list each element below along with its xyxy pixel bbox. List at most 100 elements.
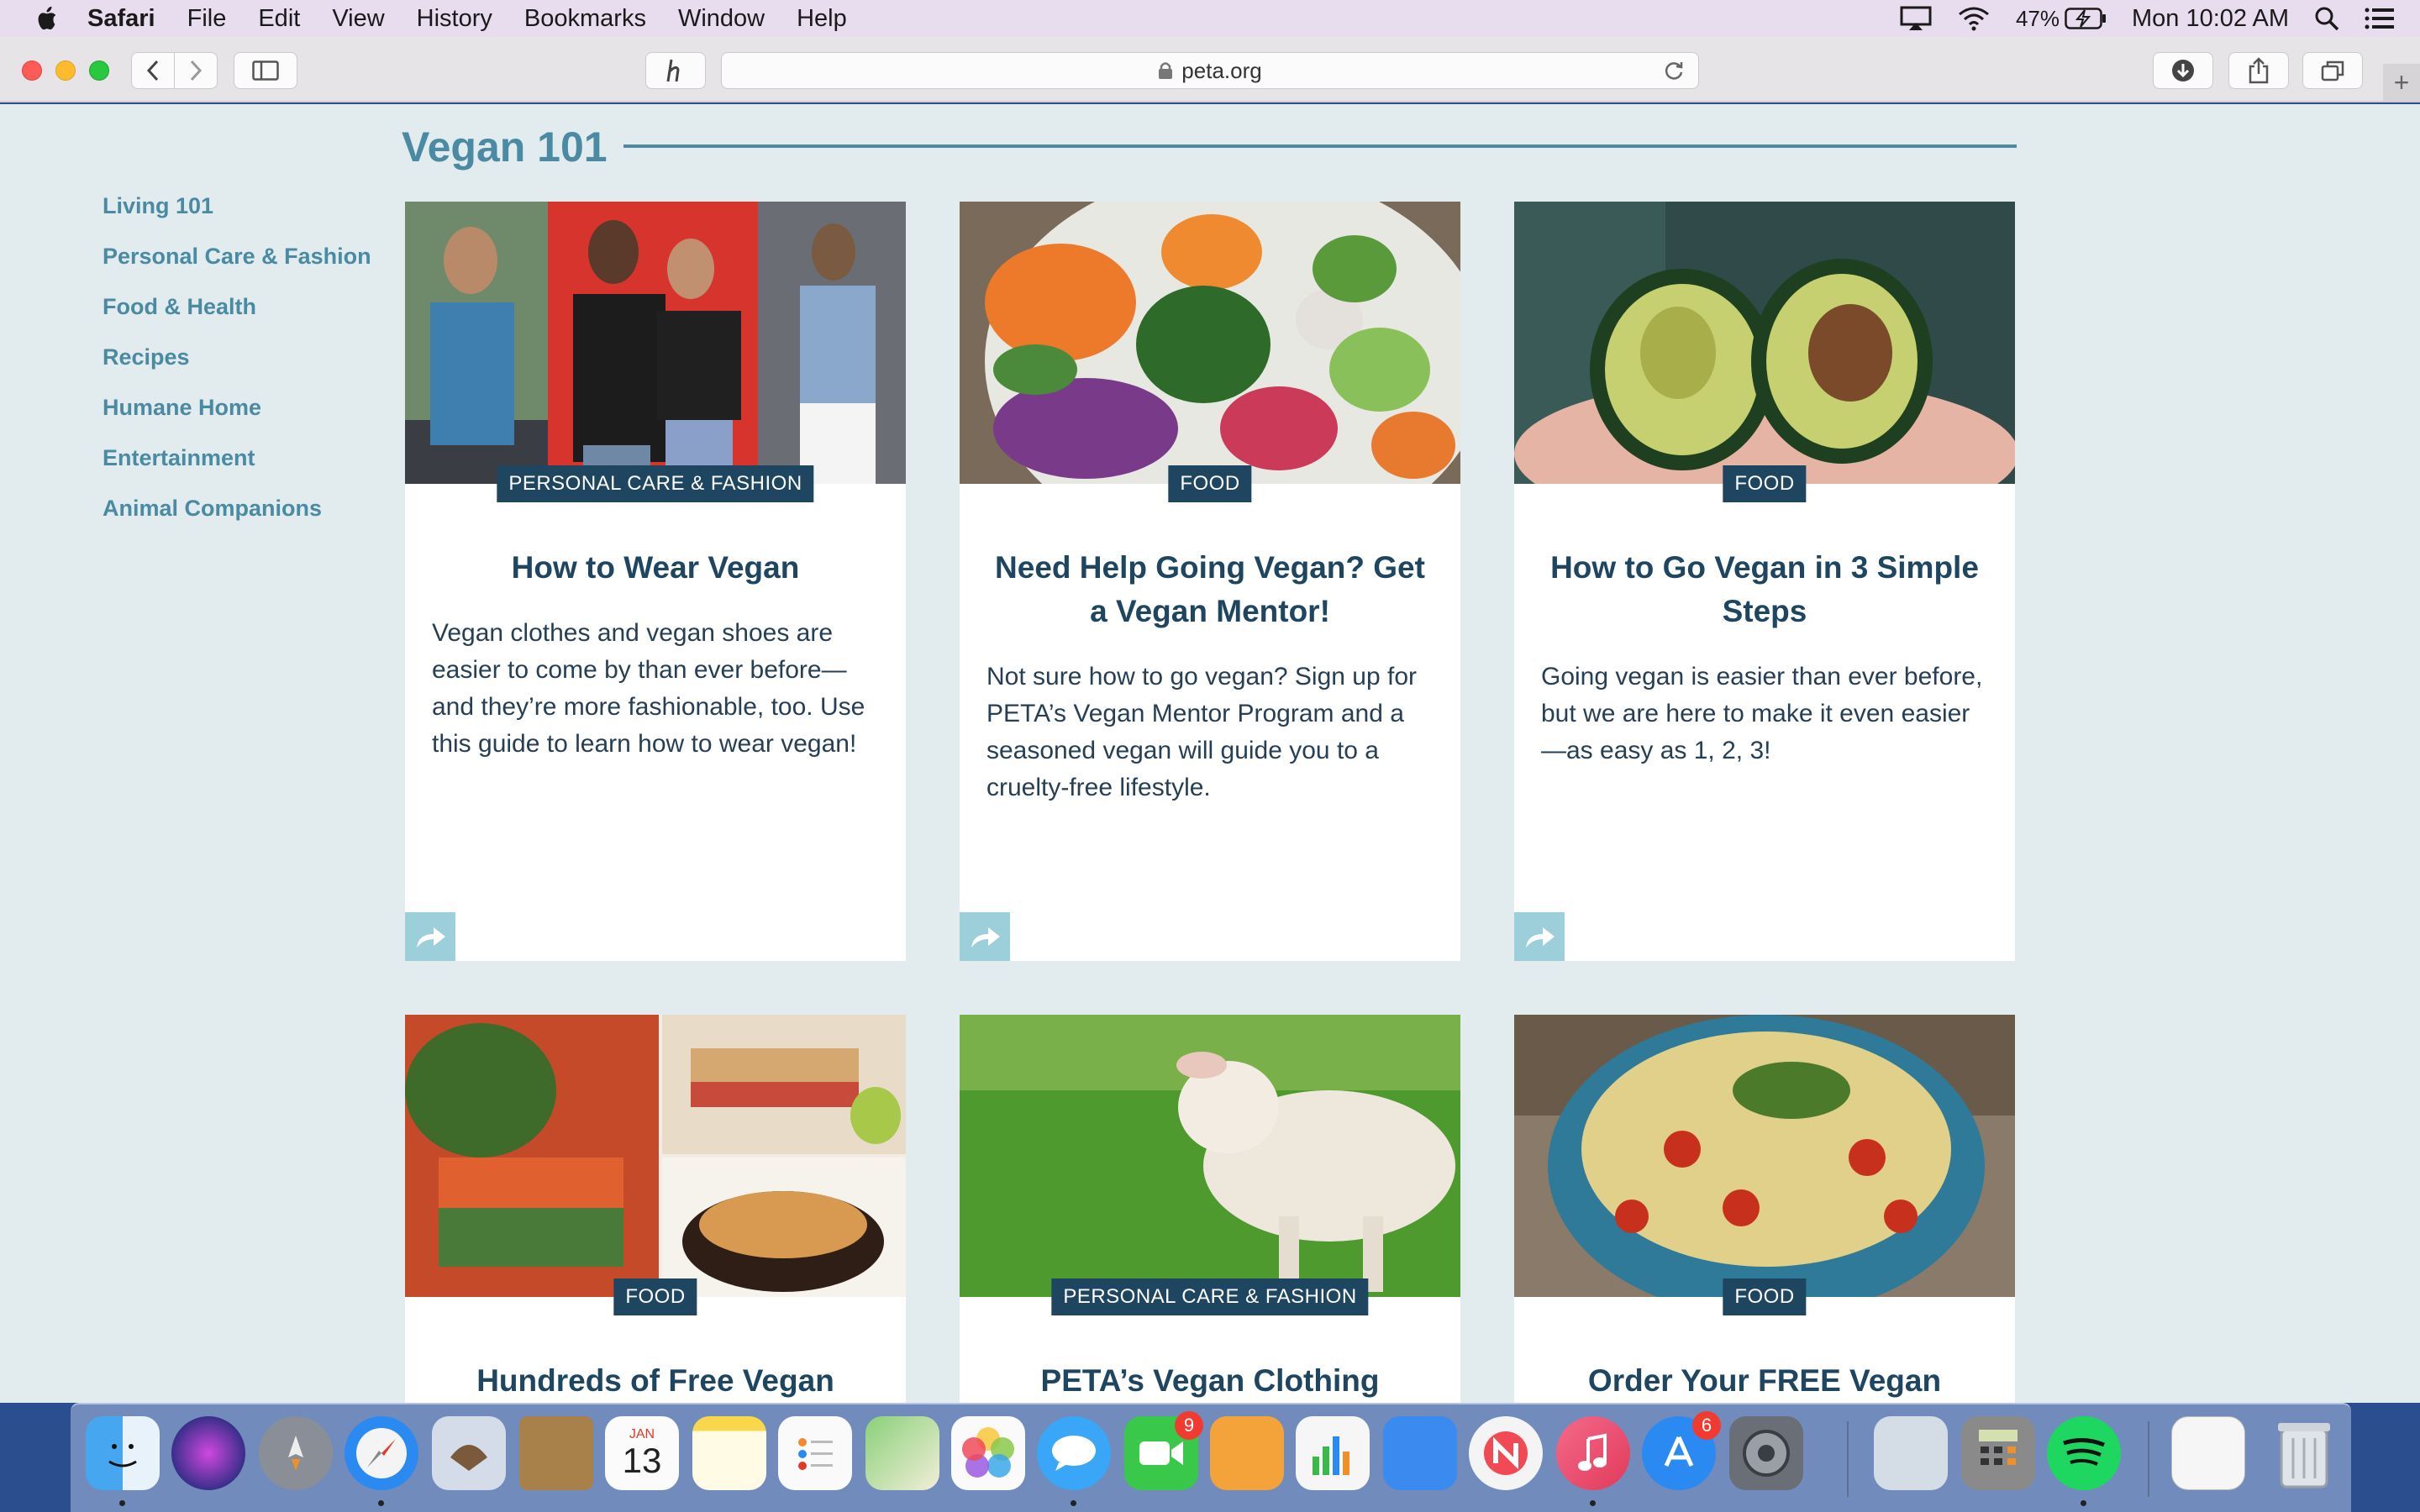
download-icon xyxy=(2172,60,2194,81)
system-preferences-icon[interactable] xyxy=(1729,1416,1803,1490)
article-card-go-vegan-3-steps[interactable]: FOOD How to Go Vegan in 3 Simple Steps G… xyxy=(1514,202,2015,961)
menu-clock[interactable]: Mon 10:02 AM xyxy=(2132,5,2289,33)
share-arrow-icon xyxy=(1526,927,1555,948)
card-title[interactable]: How to Wear Vegan xyxy=(430,546,881,590)
pages-icon[interactable] xyxy=(1210,1416,1284,1490)
sidenav-personal-care-fashion[interactable]: Personal Care & Fashion xyxy=(103,244,371,269)
share-icon xyxy=(2249,57,2269,84)
card-share-button[interactable] xyxy=(1514,912,1565,961)
extension-button[interactable] xyxy=(645,52,706,89)
dock: JAN 13 9 6 xyxy=(71,1403,2351,1512)
sidenav-animal-companions[interactable]: Animal Companions xyxy=(103,496,371,521)
card-title[interactable]: Need Help Going Vegan? Get a Vegan Mento… xyxy=(985,546,1435,633)
menu-help[interactable]: Help xyxy=(797,5,847,33)
card-title[interactable]: PETA’s Vegan Clothing xyxy=(985,1359,1435,1403)
calendar-day: 13 xyxy=(622,1441,662,1480)
calculator-icon[interactable] xyxy=(1961,1416,2035,1490)
card-title[interactable]: Hundreds of Free Vegan xyxy=(430,1359,881,1403)
card-image-pasta-bowl[interactable] xyxy=(1514,1015,2015,1297)
share-button[interactable] xyxy=(2228,52,2289,89)
window-minimize-button[interactable] xyxy=(55,60,76,81)
card-category-badge[interactable]: FOOD xyxy=(1168,465,1252,502)
sidenav-food-health[interactable]: Food & Health xyxy=(103,294,371,319)
downloads-button[interactable] xyxy=(2153,52,2213,89)
card-category-badge[interactable]: FOOD xyxy=(1723,1278,1807,1315)
vegan-101-side-nav: Living 101 Personal Care & Fashion Food … xyxy=(103,193,371,546)
spotlight-search-icon[interactable] xyxy=(2314,6,2339,31)
facetime-icon[interactable]: 9 xyxy=(1124,1411,1203,1490)
new-tab-button[interactable]: + xyxy=(2383,64,2420,101)
card-share-button[interactable] xyxy=(960,912,1010,961)
card-image-vegan-dishes[interactable] xyxy=(405,1015,906,1297)
notes-icon[interactable] xyxy=(692,1416,766,1490)
launchpad-icon[interactable] xyxy=(259,1416,333,1490)
maps-icon[interactable] xyxy=(865,1416,939,1490)
airplay-icon[interactable] xyxy=(1900,6,1932,31)
safari-running-indicator xyxy=(378,1500,384,1506)
reload-icon[interactable] xyxy=(1663,60,1685,81)
battery-status[interactable]: 47% xyxy=(2016,6,2107,32)
menu-bookmarks[interactable]: Bookmarks xyxy=(524,5,646,33)
card-category-badge[interactable]: PERSONAL CARE & FASHION xyxy=(497,465,814,502)
numbers-icon[interactable] xyxy=(1296,1416,1370,1490)
article-card-free-vegan-recipes[interactable]: FOOD Hundreds of Free Vegan xyxy=(405,1015,906,1403)
contacts-icon[interactable] xyxy=(519,1416,593,1490)
trash-icon[interactable] xyxy=(2267,1416,2341,1490)
dock-separator xyxy=(2148,1421,2149,1497)
finder-icon[interactable] xyxy=(86,1416,160,1490)
photos-icon[interactable] xyxy=(951,1416,1025,1490)
forward-button[interactable] xyxy=(174,52,218,89)
spotify-icon[interactable] xyxy=(2047,1416,2121,1490)
card-description: Not sure how to go vegan? Sign up for PE… xyxy=(986,663,1417,801)
messages-icon[interactable] xyxy=(1037,1416,1111,1490)
card-share-button[interactable] xyxy=(405,912,455,961)
article-card-free-vegan-starter[interactable]: FOOD Order Your FREE Vegan xyxy=(1514,1015,2015,1403)
card-title[interactable]: How to Go Vegan in 3 Simple Steps xyxy=(1539,546,1990,633)
battery-icon xyxy=(2065,8,2106,29)
card-image-salad-bowl[interactable] xyxy=(960,202,1460,484)
reminders-icon[interactable] xyxy=(778,1416,852,1490)
safari-dock-icon[interactable] xyxy=(345,1416,418,1490)
preview-icon[interactable] xyxy=(1874,1416,1948,1490)
menu-view[interactable]: View xyxy=(332,5,384,33)
siri-icon[interactable] xyxy=(171,1416,245,1490)
news-icon[interactable] xyxy=(1469,1416,1543,1490)
menu-app-name[interactable]: Safari xyxy=(87,5,155,33)
show-all-tabs-button[interactable] xyxy=(2302,52,2363,89)
window-zoom-button[interactable] xyxy=(89,60,109,81)
dock-separator xyxy=(1847,1421,1849,1497)
menu-file[interactable]: File xyxy=(187,5,227,33)
card-category-badge[interactable]: FOOD xyxy=(1723,465,1807,502)
sidenav-recipes[interactable]: Recipes xyxy=(103,344,371,370)
sidenav-living-101[interactable]: Living 101 xyxy=(103,193,371,218)
notification-center-icon[interactable] xyxy=(2365,7,2395,30)
address-bar[interactable]: peta.org xyxy=(721,52,1699,89)
sidenav-humane-home[interactable]: Humane Home xyxy=(103,395,371,420)
mail-icon[interactable] xyxy=(432,1416,506,1490)
menu-edit[interactable]: Edit xyxy=(258,5,300,33)
music-icon[interactable] xyxy=(1556,1416,1630,1490)
recent-document-icon[interactable] xyxy=(2171,1416,2245,1490)
calendar-icon[interactable]: JAN 13 xyxy=(605,1416,679,1490)
card-image-lamb-in-field[interactable] xyxy=(960,1015,1460,1297)
card-title[interactable]: Order Your FREE Vegan xyxy=(1539,1359,1990,1403)
card-category-badge[interactable]: PERSONAL CARE & FASHION xyxy=(1051,1278,1369,1315)
spotify-running-indicator xyxy=(2081,1500,2086,1506)
article-card-vegan-mentor[interactable]: FOOD Need Help Going Vegan? Get a Vegan … xyxy=(960,202,1460,961)
menu-window[interactable]: Window xyxy=(678,5,765,33)
card-category-badge[interactable]: FOOD xyxy=(613,1278,697,1315)
sidenav-entertainment[interactable]: Entertainment xyxy=(103,445,371,470)
article-card-peta-vegan-clothing[interactable]: PERSONAL CARE & FASHION PETA’s Vegan Clo… xyxy=(960,1015,1460,1403)
app-store-icon[interactable]: 6 xyxy=(1642,1411,1721,1490)
show-sidebar-button[interactable] xyxy=(234,52,297,89)
article-card-how-to-wear-vegan[interactable]: PERSONAL CARE & FASHION How to Wear Vega… xyxy=(405,202,906,961)
apple-menu-icon[interactable] xyxy=(34,5,59,32)
back-button[interactable] xyxy=(131,52,175,89)
card-image-avocado-halves[interactable] xyxy=(1514,202,2015,484)
window-close-button[interactable] xyxy=(22,60,42,81)
wifi-icon[interactable] xyxy=(1957,6,1991,31)
keynote-icon[interactable] xyxy=(1383,1416,1457,1490)
card-image-fashion-models[interactable] xyxy=(405,202,906,484)
section-title-rule xyxy=(623,144,2017,148)
menu-history[interactable]: History xyxy=(417,5,492,33)
